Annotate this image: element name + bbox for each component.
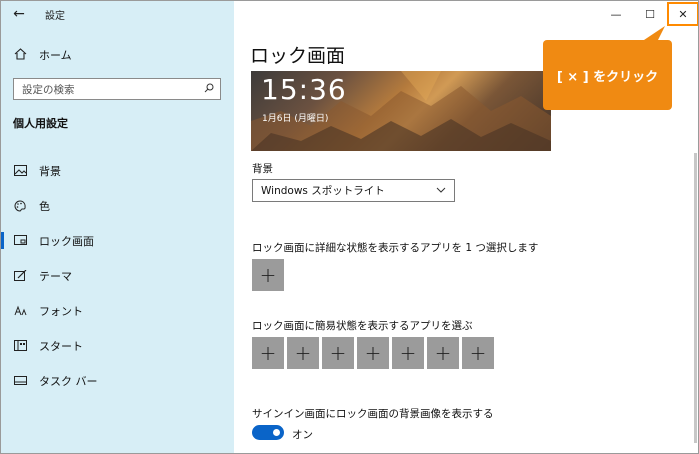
minimize-icon: — (610, 7, 622, 21)
sidebar: ← 設定 ホーム 設定の検索 個人用設定 背景 色 ロック画面 テーマ フォント… (1, 1, 234, 453)
preview-date: 1月6日 (月曜日) (262, 114, 329, 124)
background-select[interactable]: Windows スポットライト (252, 179, 455, 202)
add-quick-app-button-5[interactable]: + (392, 337, 424, 369)
add-quick-app-button-6[interactable]: + (427, 337, 459, 369)
scrollbar[interactable] (694, 153, 697, 443)
theme-brush-icon (13, 269, 27, 283)
background-select-value: Windows スポットライト (261, 185, 385, 197)
sidebar-item-font[interactable]: フォント (1, 293, 234, 328)
start-menu-icon (13, 339, 27, 353)
close-icon: ✕ (678, 7, 688, 21)
sidebar-item-label: 色 (39, 199, 50, 213)
sidebar-item-label: ロック画面 (39, 234, 94, 248)
add-quick-app-button-7[interactable]: + (462, 337, 494, 369)
signin-background-toggle[interactable] (252, 425, 284, 440)
add-quick-app-button-4[interactable]: + (357, 337, 389, 369)
sidebar-nav: 背景 色 ロック画面 テーマ フォント スタート タスク バー (1, 153, 234, 398)
title-bar: ← 設定 (1, 1, 234, 27)
add-quick-app-button-3[interactable]: + (322, 337, 354, 369)
signin-background-label: サインイン画面にロック画面の背景画像を表示する (252, 408, 494, 420)
sidebar-item-theme[interactable]: テーマ (1, 258, 234, 293)
quick-apps-label: ロック画面に簡易状態を表示するアプリを選ぶ (252, 320, 473, 332)
app-title: 設定 (45, 10, 65, 22)
section-title: 個人用設定 (13, 117, 68, 130)
palette-icon (13, 199, 27, 213)
maximize-icon: ☐ (645, 7, 655, 21)
picture-icon (13, 164, 27, 178)
sidebar-item-home[interactable]: ホーム (1, 44, 234, 66)
sidebar-item-background[interactable]: 背景 (1, 153, 234, 188)
lock-screen-preview: 15:36 1月6日 (月曜日) (251, 71, 551, 151)
sidebar-item-label: 背景 (39, 164, 61, 178)
lock-screen-icon (13, 234, 27, 248)
window-controls: — ☐ ✕ (599, 1, 698, 27)
close-button[interactable]: ✕ (667, 2, 698, 26)
sidebar-item-label: タスク バー (39, 374, 98, 388)
sidebar-item-lock-screen[interactable]: ロック画面 (1, 223, 234, 258)
add-detail-app-button[interactable]: + (252, 259, 284, 291)
maximize-button[interactable]: ☐ (633, 1, 667, 27)
toggle-knob (273, 429, 280, 436)
search-input[interactable]: 設定の検索 (13, 78, 221, 100)
preview-time: 15:36 (261, 73, 347, 106)
search-placeholder: 設定の検索 (22, 83, 75, 96)
page-title: ロック画面 (250, 45, 346, 67)
detail-app-label: ロック画面に詳細な状態を表示するアプリを 1 つ選択します (252, 242, 539, 254)
search-icon (204, 83, 214, 96)
sidebar-item-label: テーマ (39, 269, 72, 283)
annotation-callout: [ × ] をクリック (543, 40, 672, 110)
sidebar-item-label: フォント (39, 304, 83, 318)
minimize-button[interactable]: — (599, 1, 633, 27)
sidebar-item-taskbar[interactable]: タスク バー (1, 363, 234, 398)
sidebar-item-start[interactable]: スタート (1, 328, 234, 363)
home-icon (13, 47, 27, 63)
toggle-state-label: オン (292, 429, 313, 441)
taskbar-icon (13, 374, 27, 388)
sidebar-item-label: スタート (39, 339, 83, 353)
background-label: 背景 (252, 163, 273, 175)
chevron-down-icon (436, 186, 446, 196)
sidebar-item-label: ホーム (39, 49, 72, 62)
sidebar-item-color[interactable]: 色 (1, 188, 234, 223)
back-arrow-icon: ← (13, 6, 25, 22)
add-quick-app-button-1[interactable]: + (252, 337, 284, 369)
add-quick-app-button-2[interactable]: + (287, 337, 319, 369)
back-button[interactable]: ← (1, 1, 37, 27)
font-icon (13, 304, 27, 318)
